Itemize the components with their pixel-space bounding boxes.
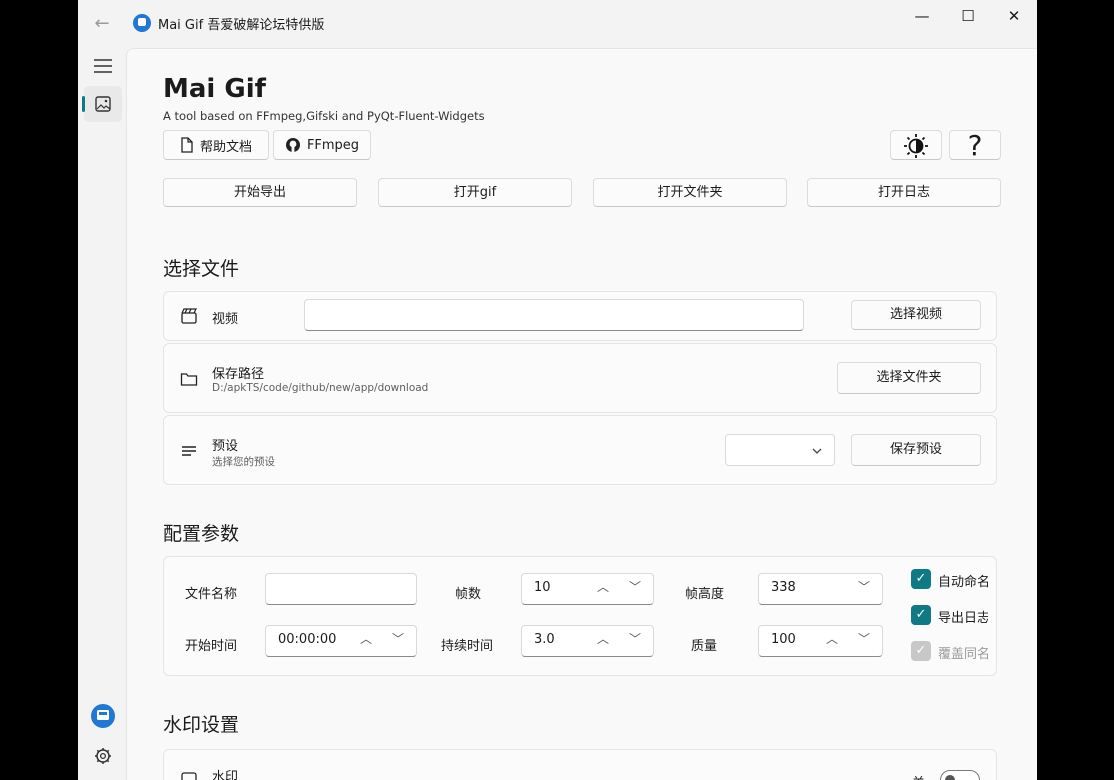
menu-toggle-button[interactable]	[84, 48, 122, 84]
quality-value: 100	[771, 632, 796, 647]
minimize-button[interactable]: —	[899, 0, 945, 32]
quality-label: 质量	[691, 639, 718, 654]
export-log-checkbox[interactable]: ✓	[911, 605, 931, 625]
duration-spinbox[interactable]: 3.0 ︿ ﹀	[521, 625, 654, 657]
chevron-up-icon[interactable]: ︿	[597, 578, 609, 595]
chevron-down-icon	[812, 448, 822, 454]
preset-label: 预设	[212, 439, 239, 454]
duration-label: 持续时间	[441, 639, 494, 654]
config-card: 文件名称 帧数 10 ︿ ﹀ 帧高度 338 ﹀ ✓ 自动命名 ✓ 导出日志 ✓…	[163, 556, 997, 676]
save-preset-button[interactable]: 保存预设	[851, 434, 981, 466]
help-question-button[interactable]: ?	[949, 129, 1001, 162]
video-label: 视频	[212, 312, 239, 327]
watermark-icon	[181, 772, 197, 780]
filename-input[interactable]	[265, 573, 417, 605]
frame-height-label: 帧高度	[685, 587, 725, 602]
chevron-up-icon[interactable]: ︿	[597, 630, 609, 647]
preset-dropdown[interactable]	[725, 434, 835, 466]
auto-name-checkbox[interactable]: ✓	[911, 569, 931, 589]
config-heading: 配置参数	[163, 523, 240, 545]
nav-item-home[interactable]	[82, 86, 122, 122]
hamburger-menu-icon	[94, 59, 112, 73]
theme-toggle-button[interactable]	[890, 130, 942, 160]
chevron-up-icon[interactable]: ︿	[360, 630, 372, 647]
image-icon	[95, 96, 111, 112]
window-title: Mai Gif 吾爱破解论坛特供版	[158, 18, 325, 33]
nav-item-avatar[interactable]	[84, 702, 122, 738]
select-video-button[interactable]: 选择视频	[851, 300, 981, 330]
start-time-label: 开始时间	[185, 639, 238, 654]
page-title: Mai Gif	[163, 74, 266, 104]
document-icon	[181, 137, 193, 153]
frame-height-value: 338	[771, 580, 796, 595]
overwrite-checkbox[interactable]: ✓	[911, 641, 931, 661]
title-bar: ← Mai Gif 吾爱破解论坛特供版 — ☐ ✕	[78, 0, 1037, 48]
quality-spinbox[interactable]: 100 ︿ ﹀	[758, 625, 883, 657]
folder-icon	[180, 373, 198, 386]
maximize-button[interactable]: ☐	[945, 0, 991, 32]
watermark-card: 水印 关	[163, 749, 997, 780]
selected-indicator	[82, 96, 85, 112]
back-arrow-icon[interactable]: ←	[90, 12, 114, 36]
app-window: ← Mai Gif 吾爱破解论坛特供版 — ☐ ✕ Mai Gif A tool…	[78, 0, 1037, 780]
video-card: 视频 选择视频	[163, 291, 997, 341]
open-gif-button[interactable]: 打开gif	[378, 178, 572, 207]
help-docs-button[interactable]: 帮助文档	[163, 130, 269, 160]
watermark-toggle[interactable]	[940, 770, 980, 780]
watermark-heading: 水印设置	[163, 714, 240, 736]
question-icon: ?	[967, 129, 983, 162]
watermark-label: 水印	[212, 770, 239, 780]
video-clapper-icon	[181, 308, 197, 324]
ffmpeg-button[interactable]: FFmpeg	[273, 130, 371, 160]
page-subtitle: A tool based on FFmpeg,Gifski and PyQt-F…	[163, 109, 485, 123]
chevron-down-icon[interactable]: ﹀	[858, 578, 870, 595]
chevron-down-icon[interactable]: ﹀	[392, 630, 404, 647]
start-time-spinbox[interactable]: 00:00:00 ︿ ﹀	[265, 625, 417, 657]
close-button[interactable]: ✕	[991, 0, 1037, 32]
duration-value: 3.0	[534, 632, 555, 647]
start-time-value: 00:00:00	[278, 632, 337, 647]
open-folder-button[interactable]: 打开文件夹	[593, 178, 787, 207]
save-path-label: 保存路径	[212, 367, 265, 382]
github-icon	[285, 138, 300, 152]
select-folder-button[interactable]: 选择文件夹	[837, 362, 981, 394]
chevron-down-icon[interactable]: ﹀	[858, 630, 870, 647]
preset-card: 预设 选择您的预设 保存预设	[163, 415, 997, 485]
main-content: Mai Gif A tool based on FFmpeg,Gifski an…	[126, 48, 1037, 780]
ffmpeg-label: FFmpeg	[306, 137, 360, 153]
chevron-down-icon[interactable]: ﹀	[629, 630, 641, 647]
start-export-button[interactable]: 开始导出	[163, 178, 357, 207]
auto-name-label: 自动命名	[938, 575, 988, 590]
frames-label: 帧数	[455, 587, 482, 602]
video-path-input[interactable]	[304, 299, 804, 331]
frames-value: 10	[534, 580, 551, 595]
help-docs-label: 帮助文档	[199, 139, 252, 155]
brightness-icon	[904, 134, 928, 158]
chevron-down-icon[interactable]: ﹀	[629, 578, 641, 595]
list-lines-icon	[182, 446, 196, 456]
frames-spinbox[interactable]: 10 ︿ ﹀	[521, 573, 654, 605]
nav-item-settings[interactable]	[84, 738, 122, 774]
frame-height-dropdown[interactable]: 338 ﹀	[758, 573, 883, 605]
gear-icon	[95, 748, 111, 764]
chevron-up-icon[interactable]: ︿	[826, 630, 838, 647]
open-log-button[interactable]: 打开日志	[807, 178, 1001, 207]
save-path-value: D:/apkTS/code/github/new/app/download	[212, 382, 429, 394]
filename-label: 文件名称	[185, 587, 238, 602]
overwrite-label: 覆盖同名	[938, 647, 988, 662]
gif-app-icon	[91, 704, 115, 728]
navigation-sidebar	[78, 48, 126, 780]
select-files-heading: 选择文件	[163, 258, 240, 280]
save-path-card: 保存路径 D:/apkTS/code/github/new/app/downlo…	[163, 343, 997, 413]
watermark-toggle-state: 关	[912, 772, 925, 780]
app-logo-icon	[133, 14, 151, 32]
preset-hint: 选择您的预设	[212, 456, 275, 468]
export-log-label: 导出日志	[938, 611, 988, 626]
